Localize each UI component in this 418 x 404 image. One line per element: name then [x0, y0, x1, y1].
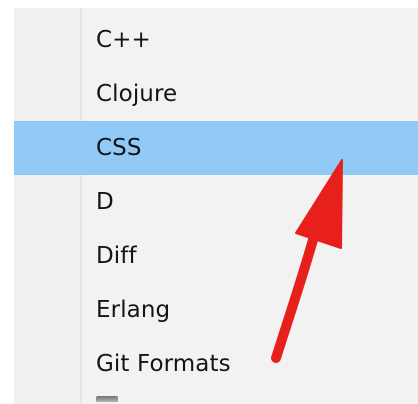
menu-item-label: Diff [96, 243, 137, 269]
menu-item-label: Clojure [96, 81, 178, 107]
menu-item-diff[interactable]: Diff [14, 229, 418, 283]
screenshot-frame: C++ Clojure CSS D Diff Erlang Git Format… [0, 0, 418, 404]
menu-item-label: C++ [96, 27, 151, 53]
language-menu: C++ Clojure CSS D Diff Erlang Git Format… [14, 8, 418, 404]
partial-label-glyph [96, 396, 118, 402]
menu-item-label: Erlang [96, 297, 171, 323]
menu-item-label: D [96, 189, 114, 215]
menu-item-next-partial[interactable] [14, 392, 418, 404]
menu-item-erlang[interactable]: Erlang [14, 283, 418, 337]
menu-item-clojure[interactable]: Clojure [14, 67, 418, 121]
menu-item-label: Git Formats [96, 351, 231, 377]
menu-item-label: CSS [96, 135, 142, 161]
menu-item-css[interactable]: CSS [14, 121, 418, 175]
menu-item-d[interactable]: D [14, 175, 418, 229]
menu-item-cpp[interactable]: C++ [14, 13, 418, 67]
menu-item-git-formats[interactable]: Git Formats [14, 337, 418, 391]
